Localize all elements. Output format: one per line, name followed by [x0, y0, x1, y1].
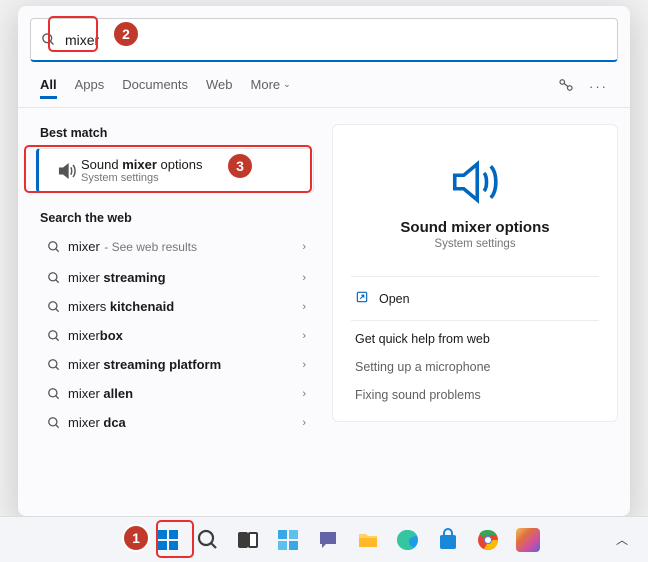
best-match-subtitle: System settings	[81, 172, 299, 184]
tab-all[interactable]: All	[40, 77, 57, 99]
tab-web[interactable]: Web	[206, 77, 233, 96]
search-icon	[40, 416, 68, 430]
preview-subtitle: System settings	[434, 238, 515, 250]
web-result[interactable]: mixer - See web results ›	[26, 231, 320, 263]
search-icon	[40, 387, 68, 401]
preview-column: Sound mixer options System settings Open…	[320, 108, 630, 508]
tray-chevron-up-icon[interactable]: ︿	[606, 525, 638, 554]
search-icon	[40, 240, 68, 254]
web-result-term: mixer streaming platform	[68, 357, 302, 372]
web-result[interactable]: mixer streaming ›	[26, 263, 320, 292]
web-result-term: mixerbox	[68, 328, 302, 343]
best-match-label: Best match	[26, 118, 320, 146]
web-result-hint: - See web results	[104, 240, 197, 254]
web-result[interactable]: mixer dca ›	[26, 408, 320, 437]
search-icon	[40, 271, 68, 285]
web-result-term: mixer streaming	[68, 270, 302, 285]
taskbar-search-icon[interactable]	[190, 522, 226, 558]
filter-tabs: All Apps Documents Web More⌄ ···	[18, 62, 630, 108]
app-icon[interactable]	[510, 522, 546, 558]
chevron-right-icon: ›	[302, 417, 306, 429]
help-link[interactable]: Fixing sound problems	[333, 381, 617, 409]
chat-icon[interactable]	[310, 522, 346, 558]
chevron-right-icon: ›	[302, 388, 306, 400]
taskbar: ︿	[0, 516, 648, 562]
explorer-icon[interactable]	[350, 522, 386, 558]
search-web-label: Search the web	[26, 203, 320, 231]
chevron-right-icon: ›	[302, 301, 306, 313]
tab-more[interactable]: More⌄	[251, 77, 291, 96]
chevron-down-icon: ⌄	[283, 79, 291, 90]
divider	[351, 276, 599, 277]
chevron-right-icon: ›	[302, 272, 306, 284]
web-result-term: mixer allen	[68, 386, 302, 401]
more-options-icon[interactable]: ···	[589, 79, 608, 94]
store-icon[interactable]	[430, 522, 466, 558]
speaker-large-icon	[448, 155, 502, 209]
help-link[interactable]: Setting up a microphone	[333, 353, 617, 381]
open-action[interactable]: Open	[333, 281, 617, 316]
chrome-icon[interactable]	[470, 522, 506, 558]
search-icon	[40, 329, 68, 343]
results-column: Best match Sound mixer options System se…	[18, 108, 320, 508]
task-view-icon[interactable]	[230, 522, 266, 558]
search-bar[interactable]	[30, 18, 618, 62]
quick-help-header: Get quick help from web	[333, 325, 617, 353]
divider	[351, 320, 599, 321]
best-match-title: Sound mixer options	[81, 157, 299, 172]
chevron-right-icon: ›	[302, 359, 306, 371]
web-result[interactable]: mixer streaming platform ›	[26, 350, 320, 379]
preview-title: Sound mixer options	[400, 219, 549, 236]
chevron-right-icon: ›	[302, 241, 306, 253]
search-icon	[31, 32, 65, 47]
open-icon	[355, 290, 369, 307]
web-result[interactable]: mixer allen ›	[26, 379, 320, 408]
open-label: Open	[379, 292, 410, 306]
search-input[interactable]	[65, 32, 617, 48]
speaker-icon	[53, 160, 81, 182]
web-result-term: mixer dca	[68, 415, 302, 430]
search-panel: All Apps Documents Web More⌄ ··· Best ma…	[18, 6, 630, 516]
web-result-term: mixer	[68, 239, 100, 254]
search-icon	[40, 300, 68, 314]
web-result-term: mixers kitchenaid	[68, 299, 302, 314]
chevron-right-icon: ›	[302, 330, 306, 342]
preview-card: Sound mixer options System settings Open…	[332, 124, 618, 422]
edge-icon[interactable]	[390, 522, 426, 558]
web-result[interactable]: mixerbox ›	[26, 321, 320, 350]
tab-documents[interactable]: Documents	[122, 77, 188, 96]
best-match-result[interactable]: Sound mixer options System settings	[36, 148, 314, 193]
tab-apps[interactable]: Apps	[75, 77, 105, 96]
widgets-icon[interactable]	[270, 522, 306, 558]
web-result[interactable]: mixers kitchenaid ›	[26, 292, 320, 321]
start-button[interactable]	[150, 522, 186, 558]
connect-icon[interactable]	[557, 76, 575, 97]
search-icon	[40, 358, 68, 372]
